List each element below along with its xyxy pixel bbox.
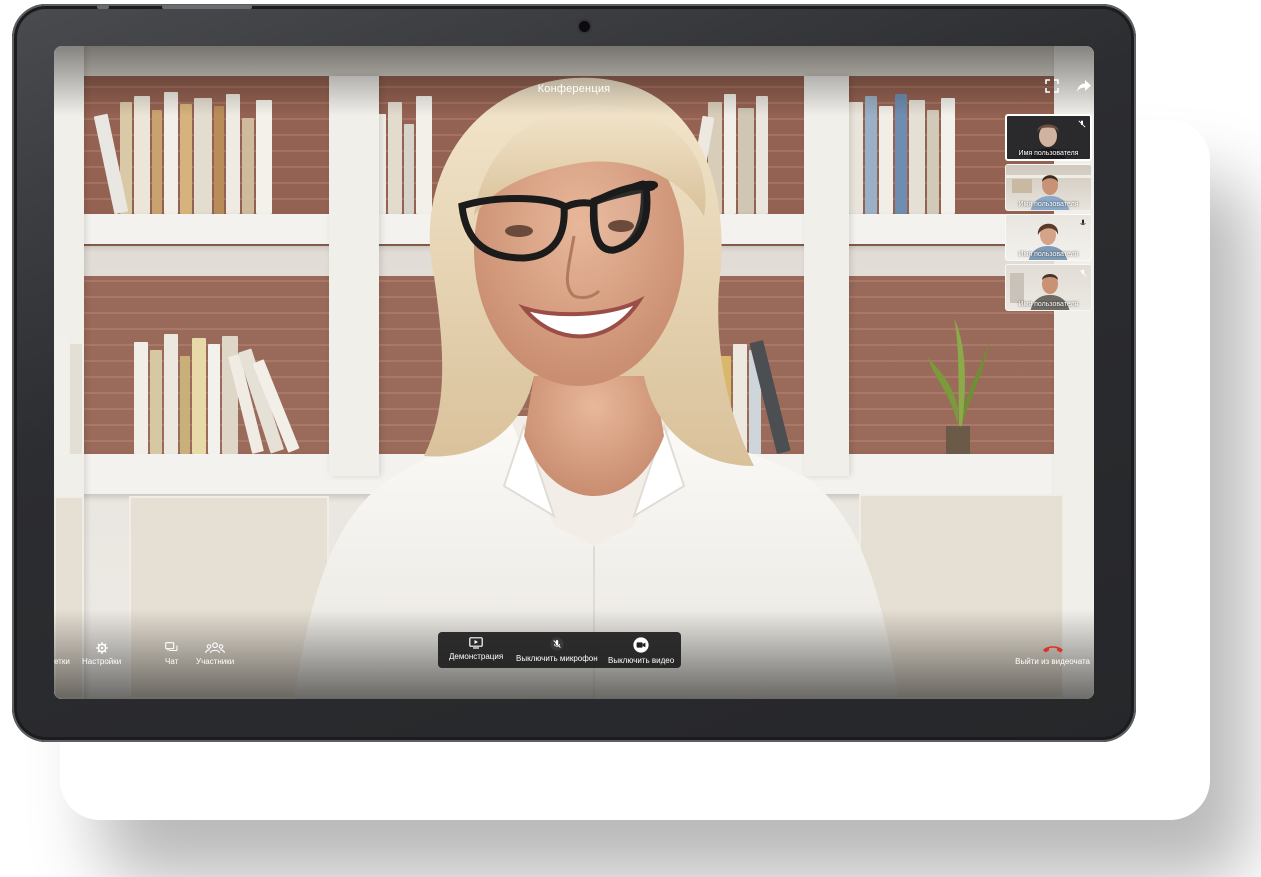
- video-call-screen: Конференция Имя пользователя Имя пользов…: [54, 46, 1094, 699]
- mic-off-icon: [550, 637, 564, 651]
- participants-button[interactable]: Участники: [196, 642, 234, 666]
- participant-name: Имя пользователя: [1018, 251, 1079, 258]
- participants-label: Участники: [196, 657, 235, 666]
- gear-icon: [95, 642, 108, 654]
- chat-label: Чат: [165, 657, 179, 666]
- participant-thumb[interactable]: Имя пользователя: [1005, 164, 1092, 211]
- fullscreen-icon[interactable]: [1045, 79, 1061, 95]
- mic-muted-icon: [1078, 120, 1086, 128]
- stop-video-button[interactable]: Выключить видео: [608, 637, 674, 665]
- participant-thumbnails: Имя пользователя Имя пользователя Имя по…: [1005, 114, 1092, 314]
- settings-label: Настройки: [82, 657, 122, 666]
- stop-video-label: Выключить видео: [608, 656, 675, 665]
- conference-title: Конференция: [537, 83, 611, 95]
- top-overlay: [54, 46, 1094, 116]
- video-camera-icon: [633, 637, 649, 653]
- share-arrow-icon[interactable]: [1076, 79, 1092, 95]
- participant-name: Имя пользователя: [1018, 201, 1079, 208]
- speaker-video: [294, 77, 899, 699]
- tablet-volume-button: [162, 5, 252, 9]
- settings-button[interactable]: Настройки: [82, 642, 121, 666]
- front-camera: [579, 21, 590, 32]
- grid-view-button[interactable]: етки: [54, 642, 70, 666]
- screen-share-label: Демонстрация: [449, 652, 504, 661]
- tablet-button: [97, 5, 109, 9]
- people-icon: [205, 642, 226, 654]
- chat-bubbles-icon: [165, 642, 178, 652]
- leave-call-label: Выйти из видеочата: [1015, 657, 1090, 666]
- screen-play-icon: [469, 637, 483, 649]
- phone-hangup-icon: [1042, 646, 1063, 653]
- participant-name: Имя пользователя: [1018, 150, 1079, 157]
- leave-call-button[interactable]: Выйти из видеочата: [1015, 644, 1090, 666]
- chat-button[interactable]: Чат: [165, 642, 178, 666]
- mic-muted-icon: [1079, 269, 1087, 277]
- screen-share-button[interactable]: Демонстрация: [449, 637, 503, 661]
- mic-on-icon: [1080, 219, 1086, 225]
- participant-thumb[interactable]: Имя пользователя: [1005, 114, 1092, 161]
- device-mockup: Конференция Имя пользователя Имя пользов…: [0, 0, 1261, 877]
- call-controls: Демонстрация Выключить микрофон Выключит…: [438, 632, 681, 668]
- grid-view-label: етки: [54, 657, 70, 666]
- mute-microphone-label: Выключить микрофон: [516, 654, 598, 663]
- mute-microphone-button[interactable]: Выключить микрофон: [516, 637, 598, 663]
- participant-thumb[interactable]: Имя пользователя: [1005, 214, 1092, 261]
- participant-thumb[interactable]: Имя пользователя: [1005, 264, 1092, 311]
- participant-name: Имя пользователя: [1018, 301, 1079, 308]
